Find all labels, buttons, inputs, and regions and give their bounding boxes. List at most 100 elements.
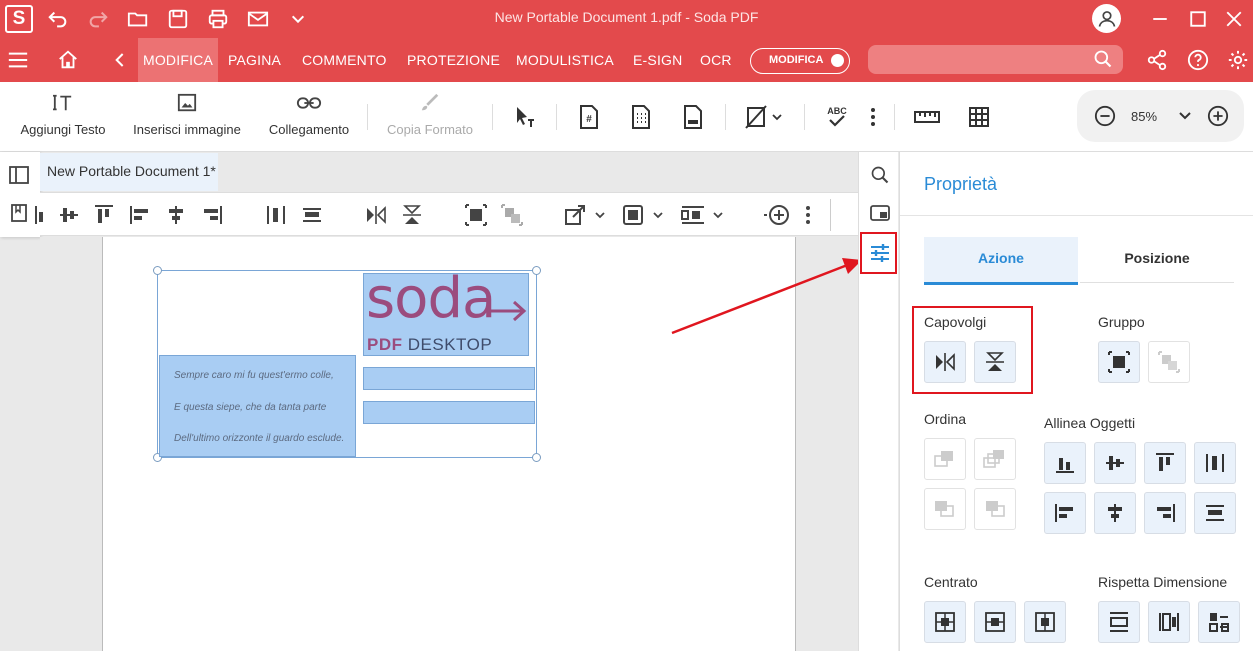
- menu-tab-modulistica[interactable]: MODULISTICA: [516, 38, 614, 82]
- print-icon[interactable]: [206, 7, 230, 31]
- align-left-button[interactable]: [1044, 492, 1086, 534]
- chevron-down-icon[interactable]: [286, 7, 310, 31]
- settings-gear-icon[interactable]: [1226, 48, 1250, 72]
- edit-mode-toggle[interactable]: MODIFICA: [750, 48, 850, 74]
- background-watermark-icon[interactable]: [744, 104, 784, 130]
- zoom-in-icon[interactable]: [1207, 105, 1229, 127]
- document-tab[interactable]: New Portable Document 1*: [40, 153, 218, 191]
- align-right-button[interactable]: [1144, 492, 1186, 534]
- send-to-back-button[interactable]: [974, 488, 1016, 530]
- align-top-button[interactable]: [1144, 442, 1186, 484]
- insert-image-button[interactable]: Inserisci immagine: [130, 82, 244, 152]
- page-grid-icon[interactable]: [628, 104, 654, 130]
- flip-horizontal-icon[interactable]: [364, 203, 388, 227]
- align-top-icon[interactable]: [92, 203, 116, 227]
- menu-tab-pagina[interactable]: PAGINA: [228, 38, 281, 82]
- text-box-empty[interactable]: [363, 367, 535, 390]
- save-icon[interactable]: [166, 7, 190, 31]
- text-box-empty[interactable]: [363, 401, 535, 424]
- align-right-icon[interactable]: [200, 203, 224, 227]
- grid-icon[interactable]: [966, 104, 992, 130]
- bookmark-icon[interactable]: [11, 204, 27, 222]
- hamburger-menu-icon[interactable]: [6, 48, 30, 72]
- distribute-horizontal-button[interactable]: [1194, 442, 1236, 484]
- ungroup-icon[interactable]: [500, 203, 524, 227]
- menu-tab-ocr[interactable]: OCR: [700, 38, 732, 82]
- mail-icon[interactable]: [246, 7, 270, 31]
- center-vertical-button[interactable]: [1024, 601, 1066, 643]
- group-button[interactable]: [1098, 341, 1140, 383]
- resize-handle-top-left[interactable]: [153, 266, 162, 275]
- distribute-horizontal-icon[interactable]: [264, 203, 288, 227]
- selected-objects-frame[interactable]: soda PDF DESKTOP Sempre caro mi fu quest…: [153, 266, 541, 462]
- resize-handle-bottom-right[interactable]: [532, 453, 541, 462]
- highlight-box-flip-section: [912, 306, 1033, 394]
- open-folder-icon[interactable]: [126, 7, 150, 31]
- menu-tab-modifica[interactable]: MODIFICA: [138, 38, 218, 82]
- search-document-icon[interactable]: [870, 165, 890, 185]
- object-more-options-icon[interactable]: [796, 203, 820, 227]
- zoom-out-icon[interactable]: [1094, 105, 1116, 127]
- object-bar-divider: [830, 199, 831, 231]
- bring-forward-button[interactable]: [924, 438, 966, 480]
- flip-vertical-icon[interactable]: [400, 203, 424, 227]
- link-button[interactable]: Collegamento: [264, 82, 354, 152]
- tab-posizione[interactable]: Posizione: [1080, 237, 1234, 283]
- bring-to-front-button[interactable]: [974, 438, 1016, 480]
- zoom-control: 85%: [1077, 90, 1244, 142]
- center-both-button[interactable]: [924, 601, 966, 643]
- align-bottom-icon[interactable]: [32, 203, 56, 227]
- tab-azione[interactable]: Azione: [924, 237, 1078, 285]
- distribute-vertical-icon[interactable]: [300, 203, 324, 227]
- menu-tab-protezione[interactable]: PROTEZIONE: [407, 38, 500, 82]
- rotate-object-dropdown[interactable]: [564, 203, 608, 227]
- more-options-icon[interactable]: [860, 104, 886, 130]
- menu-tab-esign[interactable]: E-SIGN: [633, 38, 682, 82]
- format-painter-button[interactable]: Copia Formato: [384, 82, 476, 152]
- close-icon[interactable]: [1222, 7, 1246, 31]
- home-icon[interactable]: [56, 48, 80, 72]
- match-size-button[interactable]: [1198, 601, 1240, 643]
- align-left-icon[interactable]: [128, 203, 152, 227]
- zoom-dropdown-chevron-icon[interactable]: [1179, 111, 1191, 121]
- chevron-left-icon[interactable]: [108, 48, 132, 72]
- align-middle-icon[interactable]: [57, 203, 81, 227]
- search-input[interactable]: [868, 45, 1123, 74]
- minimize-icon[interactable]: [1148, 7, 1172, 31]
- soda-pdf-logo-image[interactable]: soda PDF DESKTOP: [363, 266, 529, 356]
- add-object-circle-plus-icon[interactable]: [760, 203, 794, 227]
- maximize-icon[interactable]: [1186, 7, 1210, 31]
- align-center-button[interactable]: [1094, 492, 1136, 534]
- header-footer-icon[interactable]: [680, 104, 706, 130]
- object-fill-dropdown[interactable]: [622, 203, 666, 227]
- share-icon[interactable]: [1145, 48, 1169, 72]
- ruler-icon[interactable]: [914, 104, 940, 130]
- user-avatar-icon[interactable]: [1092, 4, 1121, 33]
- center-horizontal-button[interactable]: [974, 601, 1016, 643]
- wrap-text-dropdown[interactable]: [680, 203, 726, 227]
- group-icon[interactable]: [464, 203, 488, 227]
- redo-icon[interactable]: [86, 7, 110, 31]
- add-text-button[interactable]: Aggiungi Testo: [16, 82, 110, 152]
- undo-icon[interactable]: [46, 7, 70, 31]
- help-icon[interactable]: [1186, 48, 1210, 72]
- match-height-button[interactable]: [1148, 601, 1190, 643]
- search-icon[interactable]: [1093, 49, 1113, 69]
- align-middle-button[interactable]: [1094, 442, 1136, 484]
- resize-handle-top-right[interactable]: [532, 266, 541, 275]
- menu-tab-commento[interactable]: COMMENTO: [302, 38, 387, 82]
- app-logo[interactable]: S: [5, 5, 33, 33]
- match-width-button[interactable]: [1098, 601, 1140, 643]
- sidebar-toggle-icon[interactable]: [9, 166, 29, 184]
- align-center-icon[interactable]: [164, 203, 188, 227]
- send-backward-button[interactable]: [924, 488, 966, 530]
- ungroup-button[interactable]: [1148, 341, 1190, 383]
- zoom-level-select[interactable]: 85%: [1131, 109, 1157, 124]
- distribute-vertical-button[interactable]: [1194, 492, 1236, 534]
- spell-check-icon[interactable]: ABC: [824, 104, 850, 130]
- align-bottom-button[interactable]: [1044, 442, 1086, 484]
- select-text-cursor-icon[interactable]: [512, 104, 538, 130]
- panel-view-icon[interactable]: [870, 204, 890, 222]
- poem-text-box[interactable]: Sempre caro mi fu quest'ermo colle, E qu…: [159, 355, 356, 457]
- bates-numbering-icon[interactable]: #: [576, 104, 602, 130]
